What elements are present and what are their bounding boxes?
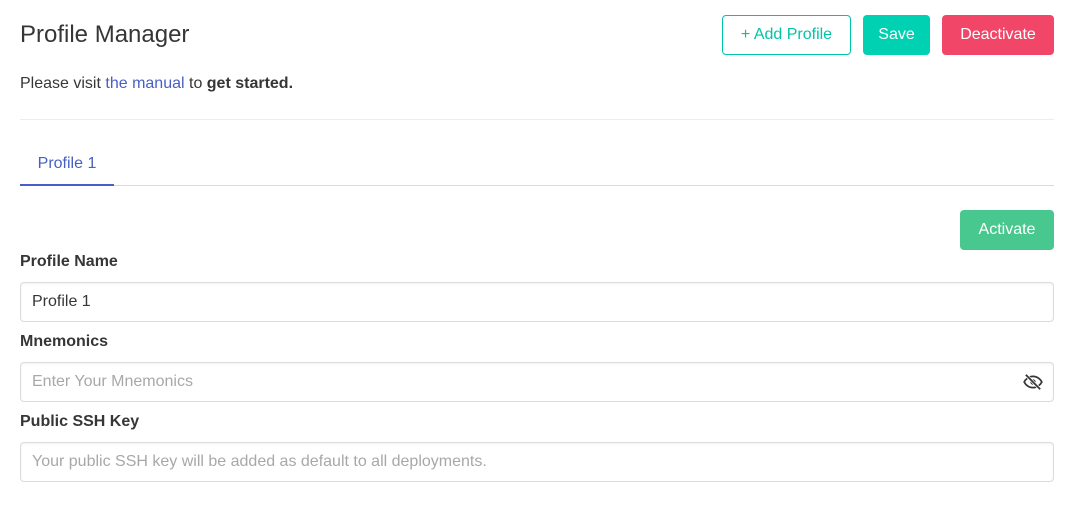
mnemonics-label: Mnemonics [20,333,109,350]
tab-profile-1[interactable]: Profile 1 [20,144,114,186]
ssh-key-input[interactable] [20,442,1054,482]
mnemonics-input[interactable] [20,362,1054,402]
intro-text: Please visit the manual to get started. [20,74,293,94]
eye-slash-icon[interactable] [1022,372,1044,392]
profile-name-input[interactable] [20,282,1054,322]
intro-prefix: Please visit [20,75,106,92]
intro-middle: to [184,75,207,92]
page-title: Profile Manager [20,21,190,48]
header-actions: + Add Profile Save Deactivate [722,15,1054,55]
activate-button[interactable]: Activate [960,210,1054,250]
manual-link[interactable]: the manual [105,75,184,92]
ssh-key-label: Public SSH Key [20,413,140,430]
divider [20,119,1054,120]
deactivate-button[interactable]: Deactivate [942,15,1054,55]
intro-bold: get started. [206,75,294,92]
save-button[interactable]: Save [863,15,930,55]
add-profile-button[interactable]: + Add Profile [722,15,851,55]
profile-name-label: Profile Name [20,253,118,270]
profile-tabs: Profile 1 [20,144,1054,186]
